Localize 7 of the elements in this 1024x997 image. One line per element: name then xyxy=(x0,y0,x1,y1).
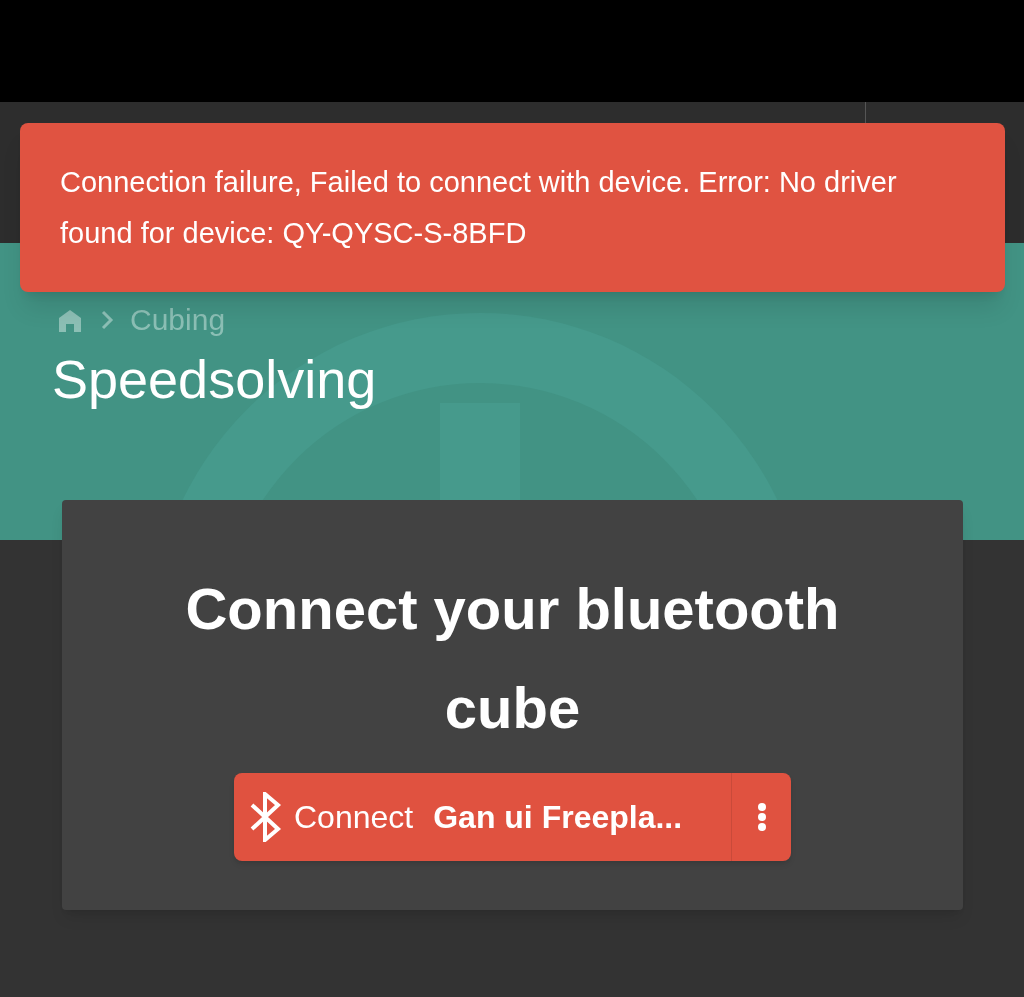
page-title: Speedsolving xyxy=(51,348,378,411)
toast-message: Connection failure, Failed to connect with device. Error: No driver found for device: QY-QYSC-S-8BFD xyxy=(60,164,898,251)
more-icon xyxy=(756,802,767,833)
connect-button[interactable]: Connect Gan ui Freepla... xyxy=(234,773,731,862)
chevron-icon xyxy=(100,309,114,330)
card-title: Connect your bluetooth cube xyxy=(184,575,841,742)
bluetooth-icon xyxy=(248,792,282,843)
